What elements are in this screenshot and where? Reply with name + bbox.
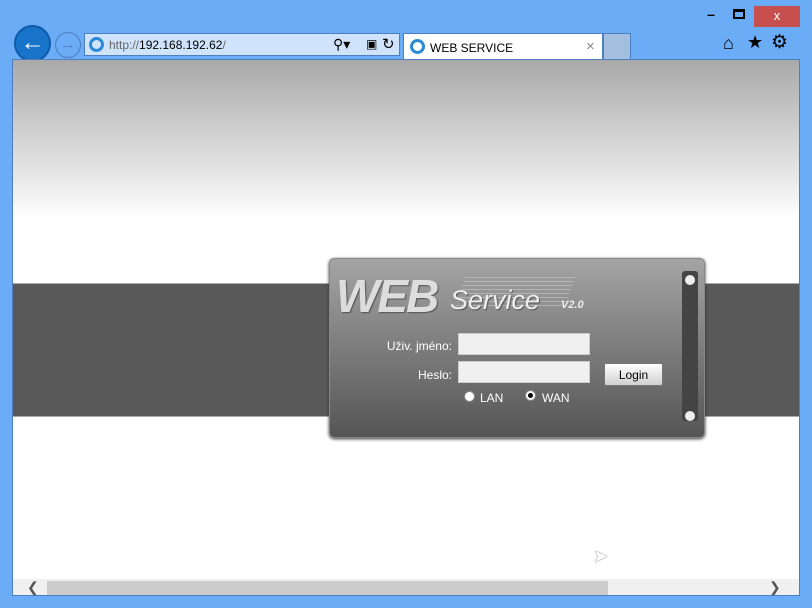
wan-label: WAN xyxy=(542,391,570,405)
horizontal-scrollbar[interactable]: ❮ ❯ xyxy=(13,579,799,595)
arrow-right-icon: → xyxy=(60,36,76,53)
close-button[interactable]: x xyxy=(754,6,800,27)
back-button[interactable]: ← xyxy=(14,25,51,62)
scroll-left-icon[interactable]: ❮ xyxy=(27,579,39,595)
page-content: WEB Service V2.0 Uživ. jméno: Heslo: Log… xyxy=(12,59,800,596)
ie-icon xyxy=(410,39,425,54)
home-icon[interactable]: ⌂ xyxy=(723,33,734,54)
panel-knob-top xyxy=(685,275,695,285)
scroll-right-icon[interactable]: ❯ xyxy=(769,579,781,595)
minimize-button[interactable]: – xyxy=(697,6,725,24)
refresh-icon[interactable]: ↻ xyxy=(382,35,395,53)
forward-button[interactable]: → xyxy=(55,32,81,58)
url-text: http://192.168.192.62/ xyxy=(109,38,226,52)
mouse-cursor-icon: ➤ xyxy=(593,546,609,566)
logo-version: V2.0 xyxy=(561,299,584,311)
settings-gear-icon[interactable]: ⚙ xyxy=(771,31,788,54)
search-icon[interactable]: ⚲▾ xyxy=(333,36,350,53)
wan-radio[interactable] xyxy=(525,390,536,401)
login-button[interactable]: Login xyxy=(604,363,663,386)
tab-web-service[interactable]: WEB SERVICE × xyxy=(403,33,603,60)
ie-icon xyxy=(89,37,104,52)
new-tab-button[interactable] xyxy=(603,33,631,60)
password-input[interactable] xyxy=(458,361,590,383)
logo-web: WEB xyxy=(336,270,439,322)
favorites-star-icon[interactable]: ★ xyxy=(747,32,763,53)
password-label: Heslo: xyxy=(417,368,452,382)
lan-radio[interactable] xyxy=(464,391,475,402)
panel-post xyxy=(682,271,698,421)
maximize-button[interactable] xyxy=(733,9,745,19)
panel-knob-bottom xyxy=(685,411,695,421)
tab-title: WEB SERVICE xyxy=(430,41,514,55)
header-gradient xyxy=(13,60,799,220)
scrollbar-thumb[interactable] xyxy=(47,581,608,595)
lan-label: LAN xyxy=(480,391,504,405)
logo-service: Service xyxy=(450,285,541,315)
username-input[interactable] xyxy=(458,333,590,355)
tab-close-icon[interactable]: × xyxy=(586,38,595,55)
address-bar[interactable]: http://192.168.192.62/ ⚲▾ ▣ ↻ xyxy=(84,33,400,56)
arrow-left-icon: ← xyxy=(20,29,45,56)
login-panel: WEB Service V2.0 Uživ. jméno: Heslo: Log… xyxy=(329,258,705,438)
compatibility-icon[interactable]: ▣ xyxy=(366,37,377,51)
username-label: Uživ. jméno: xyxy=(386,339,452,353)
